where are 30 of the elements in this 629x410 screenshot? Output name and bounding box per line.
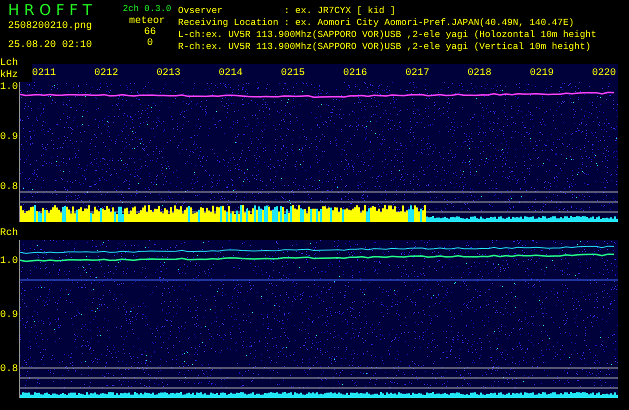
frequency-label: 1.0	[0, 82, 19, 94]
time-label: 0215	[280, 68, 305, 80]
meteor-count: 66	[142, 27, 156, 38]
channel-label: Lch	[0, 58, 20, 70]
time-label: 0218	[468, 68, 492, 80]
channel-label: Rch	[0, 228, 20, 240]
version-label: 2ch 0.3.0	[122, 3, 172, 16]
time-label: 0220	[592, 68, 616, 80]
timestamp: 25.08.20 02:10	[8, 40, 94, 52]
frequency-label: 0.9	[0, 310, 19, 322]
frequency-label: 0.8	[0, 364, 19, 376]
time-label: 0211	[32, 68, 56, 80]
app-title: H R O F F T	[8, 2, 93, 18]
time-label: 0212	[94, 68, 118, 80]
time-label: 0219	[530, 68, 554, 80]
time-label: 0213	[156, 68, 180, 80]
info-line: L-ch:ex. UV5R 113.900Mhz(SAPPORO VOR)USB ,2-ele yagi (Holozontal 10m height	[178, 29, 596, 41]
frequency-label: 0.8	[0, 182, 19, 194]
frequency-label: 0.9	[0, 132, 19, 144]
time-label: 0214	[218, 68, 243, 80]
info-line: Ovserver : ex. JR7CYX [ kid ]	[178, 5, 397, 17]
mode-label: meteor	[128, 16, 165, 27]
meteor-count: 0	[146, 38, 153, 49]
info-line: Receiving Location : ex. Aomori City Aomori-Pref.JAPAN(40.49N, 140.47E)	[178, 17, 576, 29]
time-label: 0217	[405, 68, 430, 80]
frequency-label: 1.0	[0, 256, 19, 268]
filename: 2508200210.png	[8, 21, 94, 33]
info-line: R-ch:ex. UV5R 113.900Mhz(SAPPORO VOR)USB ,2-ele yagi (Vertical 10m height)	[178, 41, 592, 53]
time-label: 0216	[343, 68, 368, 80]
unit-label: kHz	[0, 70, 20, 82]
